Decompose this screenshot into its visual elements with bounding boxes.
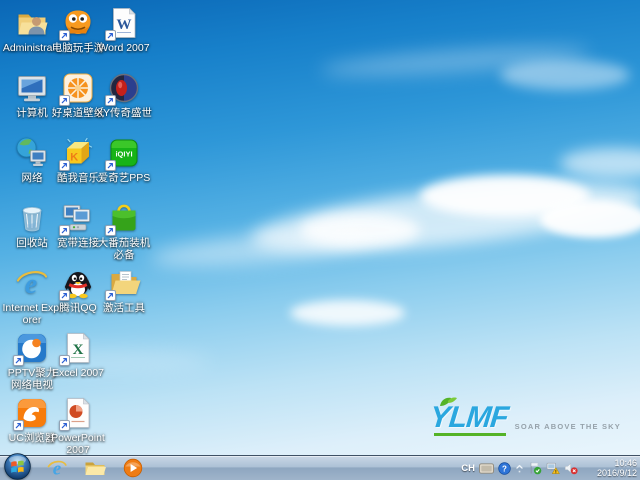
language-bar-options-icon[interactable] bbox=[479, 463, 494, 474]
desktop-icon-internet-explorer[interactable]: eInternet Explorer bbox=[9, 266, 55, 326]
taskbar-pinned-items: e bbox=[46, 457, 144, 479]
desktop-icon-label: PowerPoint 2007 bbox=[48, 432, 108, 456]
shortcut-arrow-icon bbox=[105, 290, 116, 301]
desktop-icon-excel-2007[interactable]: XExcel 2007 bbox=[55, 331, 101, 379]
svg-text:X: X bbox=[73, 342, 84, 358]
shortcut-arrow-icon bbox=[13, 420, 24, 431]
desktop-icon-powerpoint-2007[interactable]: PowerPoint 2007 bbox=[55, 396, 101, 456]
powerpoint-2007-icon bbox=[61, 396, 95, 430]
show-hidden-icons-icon[interactable] bbox=[515, 462, 524, 475]
desktop-icon-label: 爱奇艺PPS bbox=[94, 172, 154, 184]
desktop-icon-label: Excel 2007 bbox=[48, 367, 108, 379]
start-button[interactable] bbox=[4, 453, 31, 480]
shortcut-arrow-icon bbox=[59, 355, 70, 366]
shortcut-arrow-icon bbox=[59, 160, 70, 171]
volume-muted-icon[interactable] bbox=[564, 461, 578, 475]
desktop-icon-tomato-suite[interactable]: 大番茄装机必备 bbox=[101, 201, 147, 261]
taskbar-windows-media-player-icon[interactable] bbox=[122, 457, 144, 479]
excel-2007-icon: X bbox=[61, 331, 95, 365]
shortcut-arrow-icon bbox=[59, 30, 70, 41]
ylmf-logo: YLMF SOAR ABOVE THE SKY bbox=[430, 404, 621, 436]
svg-text:K: K bbox=[70, 152, 78, 164]
tray-icon-area: ? bbox=[479, 461, 578, 475]
cloud bbox=[540, 200, 640, 238]
activation-tools-icon bbox=[107, 266, 141, 300]
shortcut-arrow-icon bbox=[13, 355, 24, 366]
recycle-bin-icon bbox=[15, 201, 49, 235]
desktop-icon-label: 激活工具 bbox=[94, 302, 154, 314]
taskbar-internet-explorer-icon[interactable]: e bbox=[46, 457, 68, 479]
clock[interactable]: 10:46 2016/9/12 bbox=[587, 458, 637, 478]
network-warning-icon[interactable] bbox=[546, 461, 560, 475]
pptv-icon bbox=[15, 331, 49, 365]
desktop-icon-xy-legend-game[interactable]: XY传奇盛世 bbox=[101, 71, 147, 119]
cloud bbox=[500, 60, 630, 90]
shortcut-arrow-icon bbox=[105, 30, 116, 41]
desktop-icon-label: Word 2007 bbox=[94, 42, 154, 54]
shortcut-arrow-icon bbox=[105, 95, 116, 106]
pc-game-pet-icon bbox=[61, 6, 95, 40]
brand-text: YLMF bbox=[429, 404, 510, 432]
word-2007-icon: W bbox=[107, 6, 141, 40]
desktop-icon-iqiyi-pps[interactable]: iQIYI爱奇艺PPS bbox=[101, 136, 147, 184]
svg-text:?: ? bbox=[502, 464, 507, 473]
desktop-icon-pptv[interactable]: PPTV聚力 网络电视 bbox=[9, 331, 55, 391]
tomato-suite-icon bbox=[107, 201, 141, 235]
svg-text:iQIYI: iQIYI bbox=[115, 150, 132, 159]
shortcut-arrow-icon bbox=[59, 95, 70, 106]
internet-explorer-icon: e bbox=[15, 266, 49, 300]
xy-legend-game-icon bbox=[107, 71, 141, 105]
shortcut-arrow-icon bbox=[59, 290, 70, 301]
desktop-icon-word-2007[interactable]: WWord 2007 bbox=[101, 6, 147, 54]
tencent-qq-icon bbox=[61, 266, 95, 300]
language-indicator[interactable]: CH bbox=[461, 463, 475, 474]
taskbar: e CH ? 10:46 2016/9/12 bbox=[0, 455, 640, 480]
help-icon[interactable]: ? bbox=[498, 462, 511, 475]
cloud bbox=[290, 300, 405, 326]
desktop-icon-label: 大番茄装机必备 bbox=[94, 237, 154, 261]
desktop-icon-activation-tools[interactable]: 激活工具 bbox=[101, 266, 147, 314]
network-icon bbox=[15, 136, 49, 170]
computer-icon bbox=[15, 71, 49, 105]
wallpaper-app-icon bbox=[61, 71, 95, 105]
clock-time: 10:46 bbox=[587, 458, 637, 468]
desktop-icon-label: XY传奇盛世 bbox=[94, 107, 154, 119]
iqiyi-pps-icon: iQIYI bbox=[107, 136, 141, 170]
taskbar-windows-explorer-icon[interactable] bbox=[84, 457, 106, 479]
user-folder-icon bbox=[15, 6, 49, 40]
svg-text:W: W bbox=[117, 17, 132, 33]
kuwo-music-icon: K bbox=[61, 136, 95, 170]
shortcut-arrow-icon bbox=[59, 420, 70, 431]
uc-browser-icon bbox=[15, 396, 49, 430]
desktop[interactable]: YLMF SOAR ABOVE THE SKY Administra...电脑玩… bbox=[0, 0, 640, 480]
security-check-icon[interactable] bbox=[528, 461, 542, 475]
system-tray: CH ? 10:46 2016/9/12 bbox=[461, 456, 637, 480]
clock-date: 2016/9/12 bbox=[587, 468, 637, 478]
shortcut-arrow-icon bbox=[59, 225, 70, 236]
windows-start-orb-icon bbox=[4, 453, 31, 480]
cloud bbox=[560, 148, 640, 178]
broadband-icon bbox=[61, 201, 95, 235]
brand-tagline: SOAR ABOVE THE SKY bbox=[515, 422, 621, 436]
shortcut-arrow-icon bbox=[105, 160, 116, 171]
shortcut-arrow-icon bbox=[105, 225, 116, 236]
